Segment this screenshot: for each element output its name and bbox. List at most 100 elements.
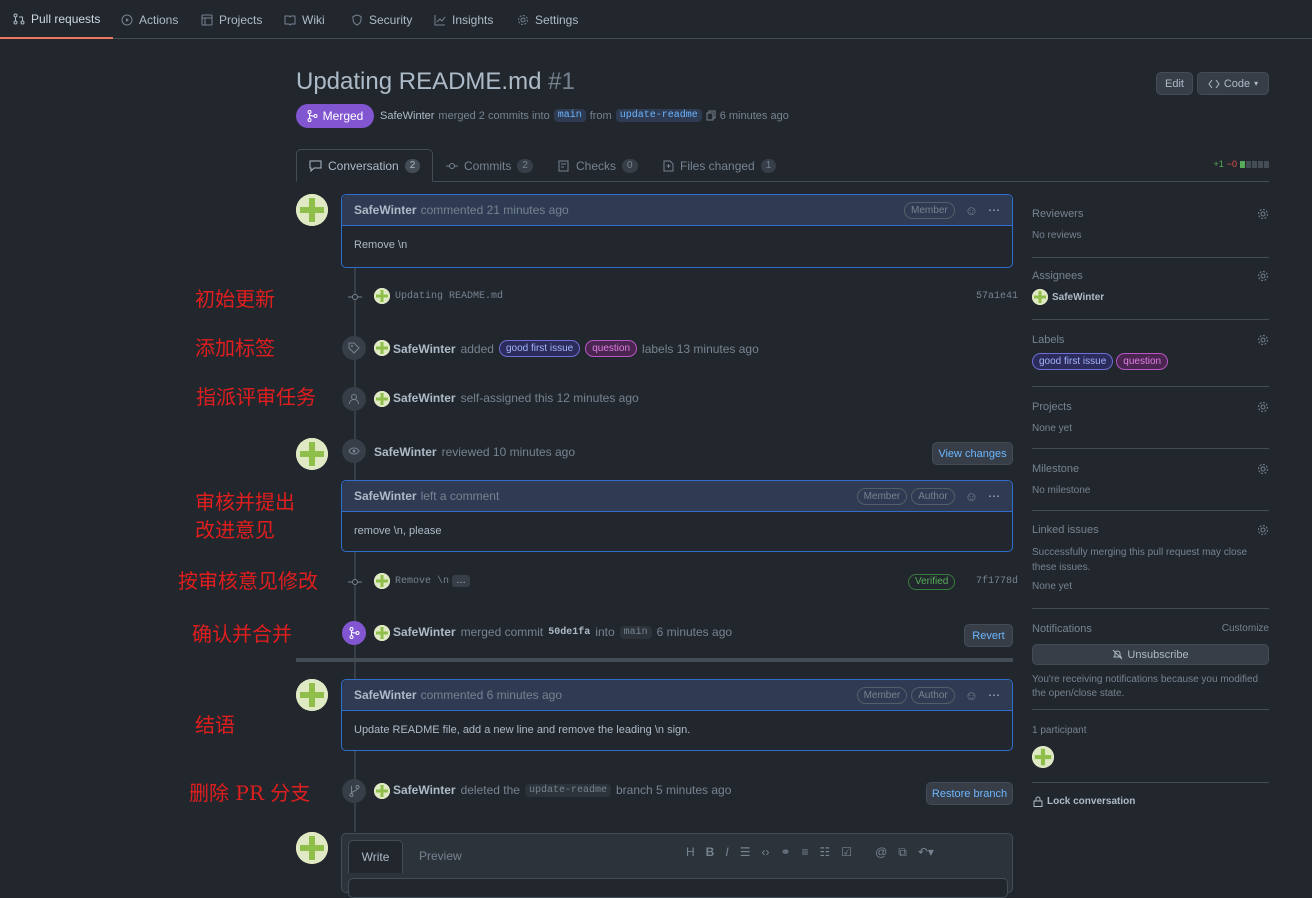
italic-icon[interactable]: I — [725, 845, 728, 860]
smiley-icon[interactable]: ☺ — [965, 489, 978, 504]
avatar[interactable] — [374, 288, 390, 304]
unsubscribe-button[interactable]: Unsubscribe — [1032, 644, 1269, 665]
base-branch[interactable]: main — [553, 109, 586, 122]
event-author[interactable]: SafeWinter — [393, 625, 456, 639]
bullet-list-icon[interactable]: ≡ — [802, 845, 809, 860]
editor-toolbar: H B I ☰ ‹› ⚭ ≡ ☷ ☑ @ ⧉ ↶▾ — [686, 845, 934, 860]
avatar[interactable] — [374, 625, 390, 641]
comment-author[interactable]: SafeWinter — [354, 688, 417, 702]
label-question[interactable]: question — [585, 340, 638, 357]
sidebar-value: No reviews — [1032, 230, 1082, 241]
mention-icon[interactable]: @ — [875, 845, 887, 860]
pull-request-icon — [13, 13, 25, 24]
sidebar-value: None yet — [1032, 423, 1073, 434]
reply-icon[interactable]: ↶▾ — [918, 845, 934, 860]
revert-button[interactable]: Revert — [964, 624, 1013, 647]
expand-commit-button[interactable]: … — [452, 575, 470, 587]
label-question[interactable]: question — [1116, 353, 1169, 370]
nav-wiki[interactable]: Wiki — [284, 0, 325, 39]
sidebar-heading[interactable]: Labels — [1032, 334, 1269, 346]
smiley-icon[interactable]: ☺ — [965, 688, 978, 703]
sidebar-heading[interactable]: Reviewers — [1032, 208, 1269, 220]
label-good-first-issue[interactable]: good first issue — [1032, 353, 1114, 370]
pr-author[interactable]: SafeWinter — [380, 110, 434, 122]
avatar[interactable] — [374, 391, 390, 407]
kebab-menu-icon[interactable]: ⋯ — [988, 489, 1000, 503]
lock-conversation-link[interactable]: Lock conversation — [1033, 796, 1135, 807]
kebab-menu-icon[interactable]: ⋯ — [988, 688, 1000, 702]
sidebar-value: No milestone — [1032, 485, 1091, 496]
quote-icon[interactable]: ☰ — [740, 845, 751, 860]
diffstat-additions: +1 — [1213, 159, 1224, 169]
avatar[interactable] — [374, 573, 390, 589]
nav-settings[interactable]: Settings — [517, 0, 578, 39]
edit-button[interactable]: Edit — [1156, 72, 1193, 95]
avatar[interactable] — [296, 679, 328, 711]
reference-icon[interactable]: ⧉ — [898, 845, 907, 860]
nav-projects[interactable]: Projects — [201, 0, 262, 39]
tab-counter: 0 — [622, 158, 638, 173]
page-title: Updating README.md #1 — [296, 68, 575, 96]
nav-insights[interactable]: Insights — [434, 0, 493, 39]
comment-author[interactable]: SafeWinter — [354, 203, 417, 217]
avatar[interactable] — [1032, 746, 1054, 768]
event-author[interactable]: SafeWinter — [374, 445, 437, 459]
commit-sha[interactable]: 7f1778d — [976, 576, 1018, 587]
kebab-menu-icon[interactable]: ⋯ — [988, 203, 1000, 217]
review-event: SafeWinter reviewed 10 minutes ago — [374, 445, 575, 459]
commit-message[interactable]: Updating README.md — [395, 291, 503, 302]
tab-commits[interactable]: Commits 2 — [446, 149, 533, 182]
bold-icon[interactable]: B — [706, 845, 715, 860]
avatar[interactable] — [296, 438, 328, 470]
avatar[interactable] — [296, 194, 328, 226]
gear-icon[interactable] — [1257, 334, 1269, 346]
label-good-first-issue[interactable]: good first issue — [498, 340, 581, 357]
verified-badge[interactable]: Verified — [908, 574, 956, 590]
tab-conversation[interactable]: Conversation 2 — [296, 149, 434, 182]
event-author[interactable]: SafeWinter — [393, 391, 456, 405]
sidebar-heading[interactable]: Milestone — [1032, 463, 1269, 475]
comment-author[interactable]: SafeWinter — [354, 489, 417, 503]
event-author[interactable]: SafeWinter — [393, 342, 456, 356]
customize-link[interactable]: Customize — [1222, 623, 1269, 634]
gear-icon[interactable] — [1257, 401, 1269, 413]
code-button[interactable]: Code ▾ — [1197, 72, 1269, 95]
event-author[interactable]: SafeWinter — [393, 783, 456, 797]
pr-title: Updating README.md — [296, 68, 542, 95]
task-list-icon[interactable]: ☑ — [841, 845, 852, 860]
assignee-name[interactable]: SafeWinter — [1052, 292, 1104, 303]
tab-checks[interactable]: Checks 0 — [558, 149, 638, 182]
copy-icon[interactable] — [706, 110, 716, 121]
avatar[interactable] — [1032, 289, 1048, 305]
numbered-list-icon[interactable]: ☷ — [820, 845, 831, 860]
gear-icon[interactable] — [1257, 208, 1269, 220]
nav-actions[interactable]: Actions — [121, 0, 178, 39]
smiley-icon[interactable]: ☺ — [965, 203, 978, 218]
nav-security[interactable]: Security — [351, 0, 412, 39]
head-branch[interactable]: update-readme — [615, 109, 702, 122]
heading-icon[interactable]: H — [686, 845, 695, 860]
sidebar-heading[interactable]: Assignees — [1032, 270, 1269, 282]
write-tab[interactable]: Write — [348, 840, 403, 873]
sidebar-heading[interactable]: Linked issues — [1032, 524, 1269, 536]
sidebar-heading[interactable]: Projects — [1032, 401, 1269, 413]
merge-commit-sha[interactable]: 50de1fa — [548, 627, 590, 638]
gear-icon[interactable] — [1257, 270, 1269, 282]
view-changes-button[interactable]: View changes — [932, 442, 1013, 465]
gear-icon[interactable] — [1257, 524, 1269, 536]
commit-sha[interactable]: 57a1e41 — [976, 291, 1018, 302]
gear-icon[interactable] — [1257, 463, 1269, 475]
preview-tab[interactable]: Preview — [419, 849, 462, 863]
commit-message[interactable]: Remove \n — [395, 576, 449, 587]
nav-pull-requests[interactable]: Pull requests — [0, 0, 114, 39]
code-icon[interactable]: ‹› — [761, 845, 769, 860]
comment-textarea[interactable] — [348, 878, 1008, 898]
avatar[interactable] — [374, 783, 390, 799]
restore-branch-button[interactable]: Restore branch — [926, 782, 1013, 805]
base-branch[interactable]: main — [619, 625, 652, 639]
tab-files-changed[interactable]: Files changed 1 — [663, 149, 777, 182]
link-icon[interactable]: ⚭ — [780, 845, 790, 860]
avatar[interactable] — [296, 832, 328, 864]
avatar[interactable] — [374, 340, 390, 356]
sidebar-notifications: Notifications Customize Unsubscribe You'… — [1032, 623, 1269, 710]
